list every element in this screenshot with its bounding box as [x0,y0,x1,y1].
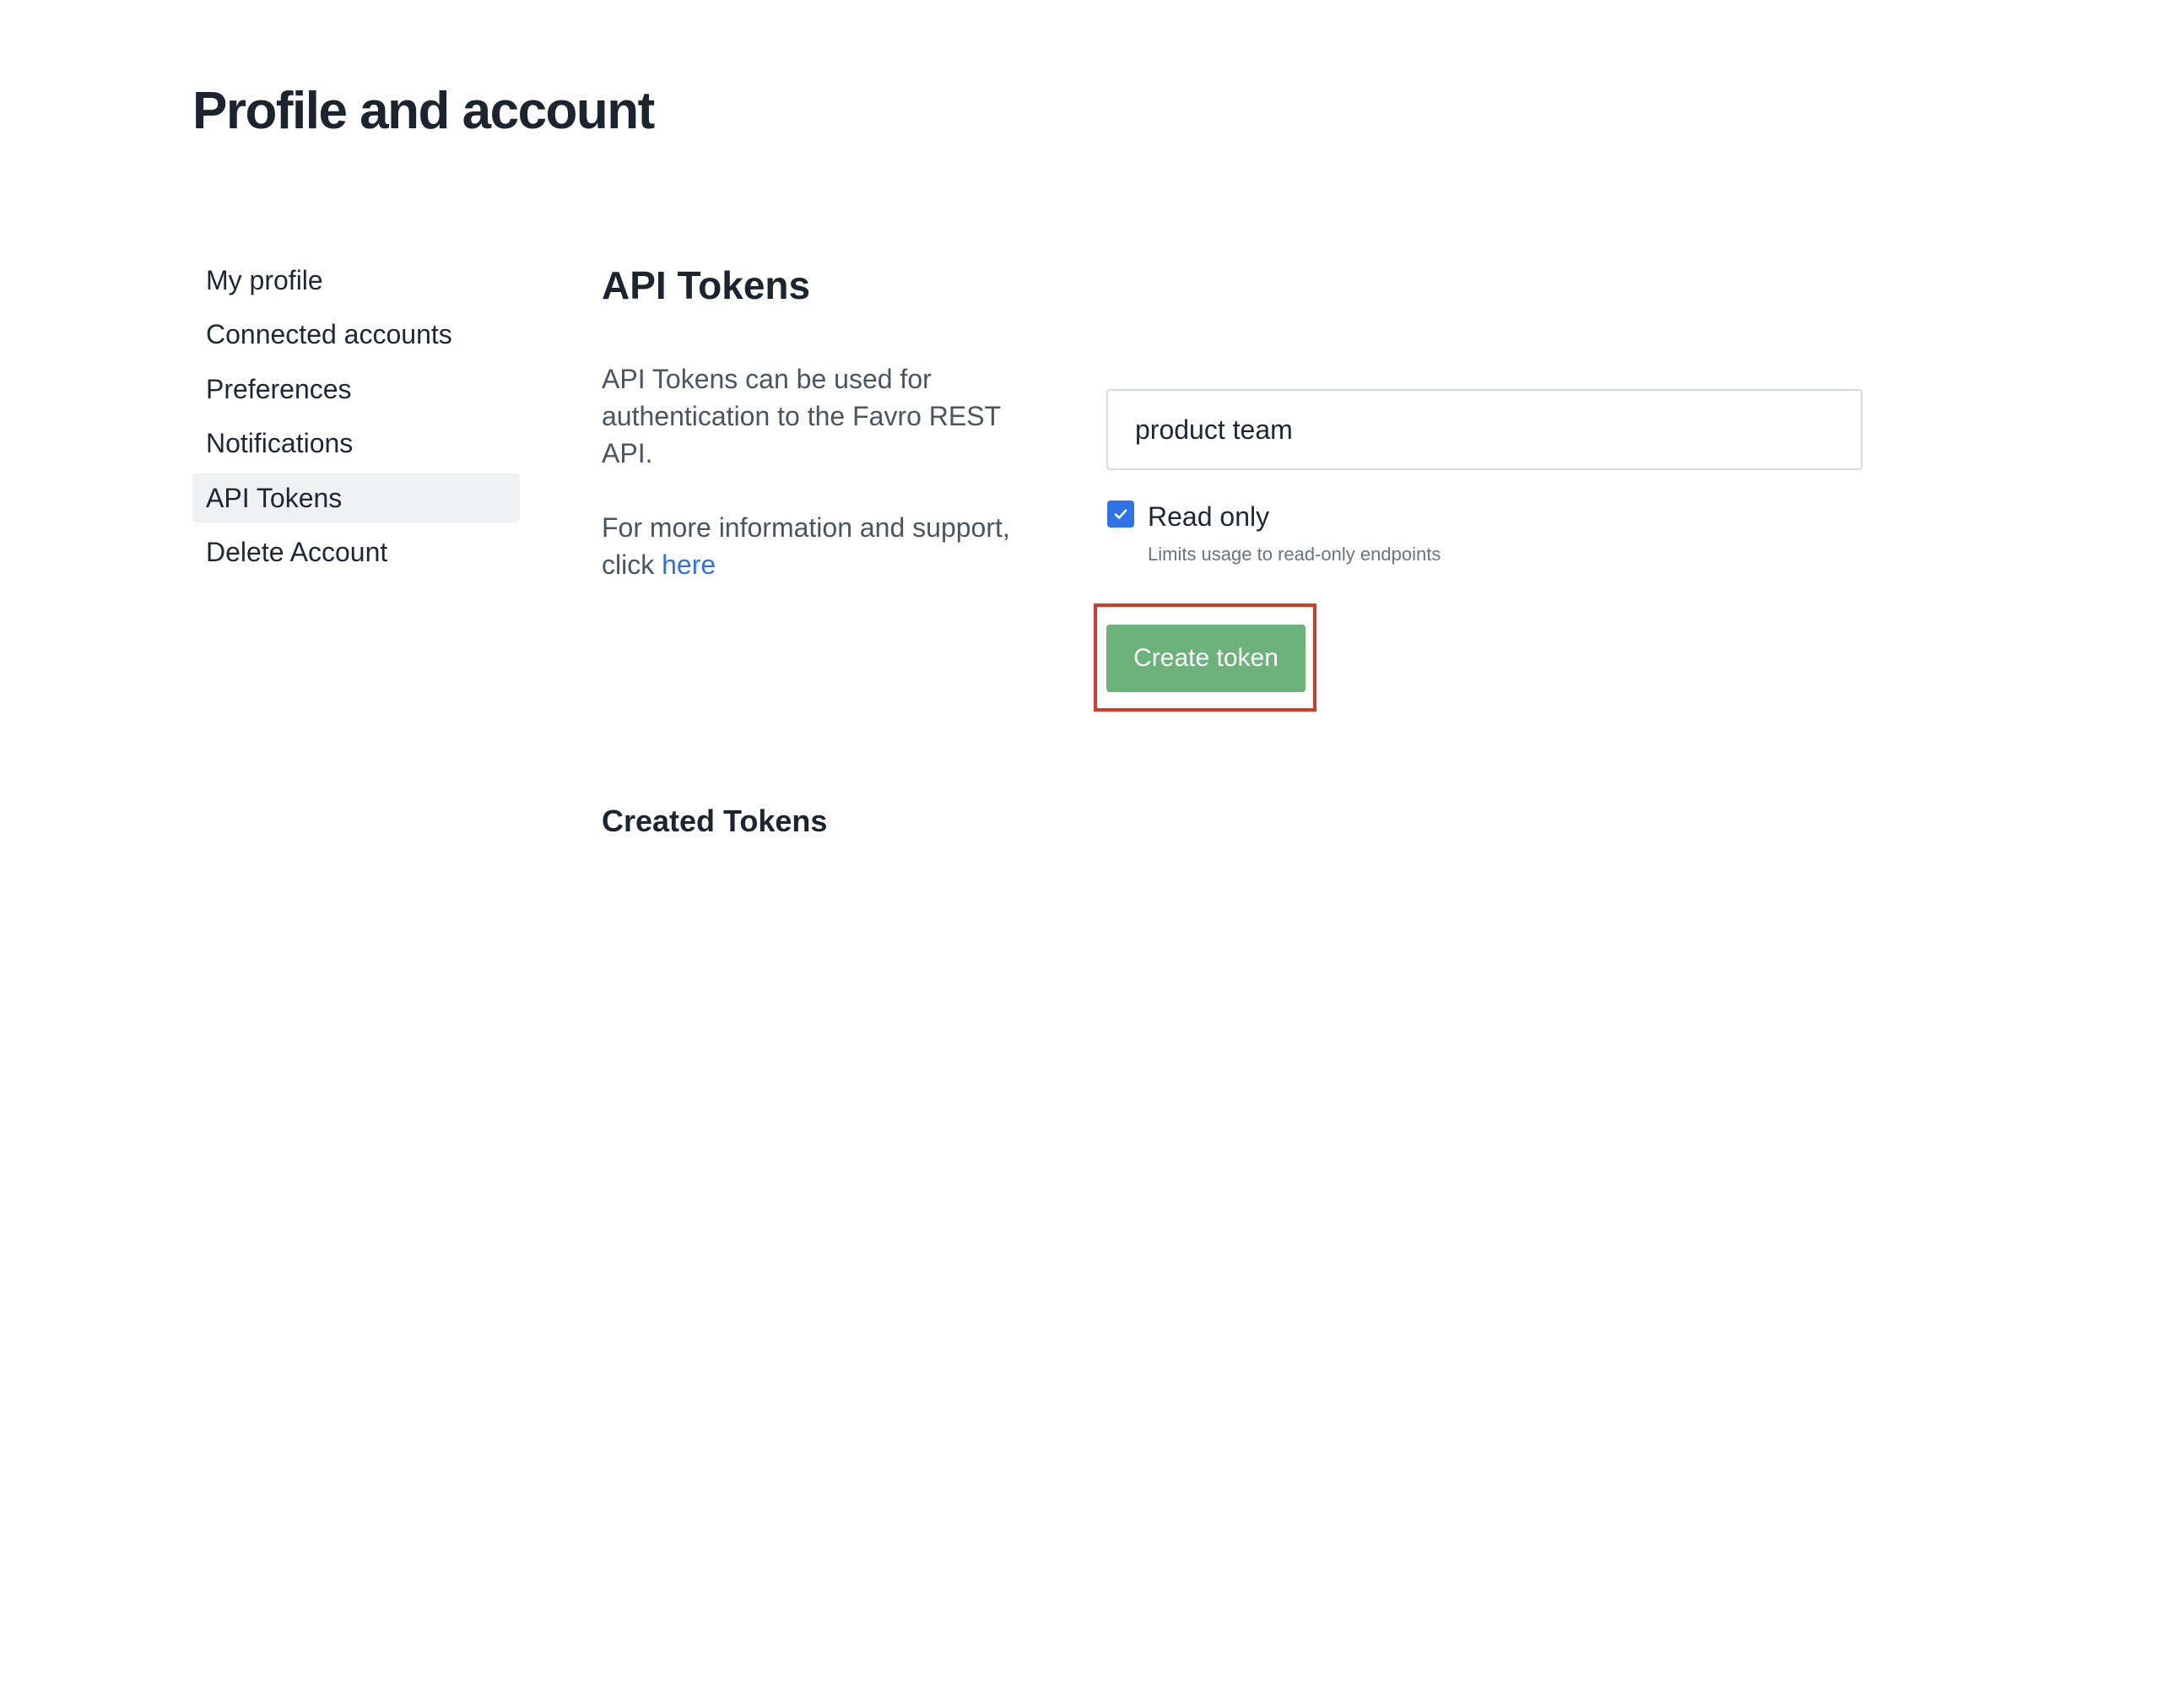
support-text-block: For more information and support, click … [602,509,1057,583]
sidebar-item-my-profile[interactable]: My profile [192,256,520,305]
checkbox-checked-icon[interactable] [1107,500,1134,528]
settings-sidebar: My profile Connected accounts Preference… [192,256,520,582]
created-tokens-title: Created Tokens [602,804,828,838]
sidebar-item-api-tokens[interactable]: API Tokens [192,474,520,522]
sidebar-item-connected-accounts[interactable]: Connected accounts [192,311,520,360]
read-only-label: Read only [1148,501,1270,532]
support-link[interactable]: here [662,549,716,580]
sidebar-item-notifications[interactable]: Notifications [192,419,520,468]
token-name-input[interactable] [1106,389,1862,470]
api-tokens-description: API Tokens can be used for authenticatio… [602,360,1057,583]
read-only-hint: Limits usage to read-only endpoints [1148,544,1441,565]
page-title: Profile and account [192,82,655,140]
description-text: API Tokens can be used for authenticatio… [602,364,1001,468]
read-only-checkbox[interactable]: Read only [1107,498,1269,532]
sidebar-item-preferences[interactable]: Preferences [192,365,520,414]
create-token-button[interactable]: Create token [1106,625,1306,692]
section-title: API Tokens [602,263,811,307]
sidebar-item-delete-account[interactable]: Delete Account [192,528,520,577]
